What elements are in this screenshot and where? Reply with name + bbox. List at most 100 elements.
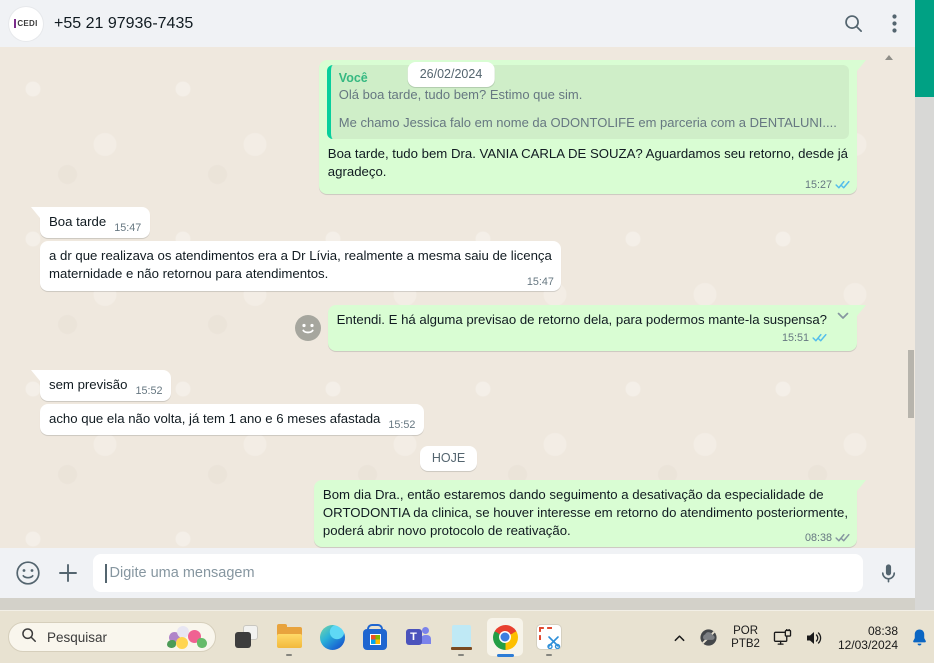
message-time: 15:47 bbox=[526, 276, 554, 288]
message-input-container bbox=[93, 554, 863, 592]
tray-chevron-up-icon[interactable] bbox=[673, 633, 686, 643]
emoji-icon[interactable] bbox=[15, 560, 41, 586]
language-indicator[interactable]: POR PTB2 bbox=[731, 625, 760, 650]
running-indicator bbox=[458, 653, 464, 656]
quote-text: Olá boa tarde, tudo bem? Estimo que sim. bbox=[338, 87, 583, 102]
message-row: Boa tarde 15:47 bbox=[31, 207, 857, 238]
whatsapp-window: CEDI +55 21 97936-7435 26/02/2024 Você O… bbox=[0, 0, 915, 598]
incoming-message[interactable]: acho que ela não volta, já tem 1 ano e 6… bbox=[40, 404, 425, 435]
incoming-message[interactable]: Boa tarde 15:47 bbox=[31, 207, 151, 238]
message-time: 15:27 bbox=[804, 179, 832, 191]
message-time: 15:52 bbox=[388, 419, 416, 431]
message-text: Boa tarde, tudo bem Dra. VANIA CARLA DE … bbox=[327, 146, 848, 161]
message-row: Entendi. E há alguma previsao de retorno… bbox=[40, 305, 866, 351]
bubble-tail-icon bbox=[857, 480, 866, 491]
chrome-button[interactable] bbox=[487, 615, 523, 659]
flower-leaf bbox=[167, 640, 176, 648]
menu-icon[interactable] bbox=[892, 14, 897, 33]
message-text: acho que ela não volta, já tem 1 ano e 6… bbox=[49, 411, 381, 426]
flower-leaf bbox=[197, 638, 207, 648]
chat-header: CEDI +55 21 97936-7435 bbox=[0, 0, 915, 47]
flower-petal bbox=[176, 637, 188, 649]
taskbar-apps: T bbox=[229, 615, 566, 659]
message-text: agradeço. bbox=[327, 164, 387, 179]
background-window-green-strip bbox=[915, 0, 934, 97]
read-receipt-icon bbox=[812, 333, 827, 343]
avatar[interactable]: CEDI bbox=[9, 6, 43, 41]
onedrive-paused-icon[interactable] bbox=[699, 628, 718, 647]
edge-button[interactable] bbox=[315, 615, 349, 659]
notepad-icon bbox=[450, 625, 472, 650]
search-placeholder: Pesquisar bbox=[47, 629, 108, 645]
attach-plus-icon[interactable] bbox=[57, 562, 79, 584]
incoming-message[interactable]: a dr que realizava os atendimentos era a… bbox=[40, 241, 561, 291]
quoted-message[interactable]: Você Olá boa tarde, tudo bem? Estimo que… bbox=[326, 65, 849, 139]
message-meta: 08:38 bbox=[805, 532, 850, 544]
notification-bell-icon[interactable] bbox=[911, 628, 928, 647]
running-indicator bbox=[286, 653, 292, 656]
react-emoji-button[interactable] bbox=[294, 315, 321, 341]
file-explorer-icon bbox=[276, 623, 302, 648]
message-meta: 15:47 bbox=[527, 276, 554, 288]
message-row: a dr que realizava os atendimentos era a… bbox=[40, 241, 857, 291]
outgoing-message[interactable]: Bom dia Dra., então estaremos dando segu… bbox=[313, 480, 866, 547]
desktop-gap-strip bbox=[0, 598, 915, 610]
notepad-button[interactable] bbox=[444, 615, 478, 659]
scroll-up-arrow[interactable] bbox=[885, 55, 893, 60]
message-time: 15:51 bbox=[781, 332, 809, 344]
message-menu-chevron-icon[interactable] bbox=[835, 309, 851, 327]
microsoft-store-button[interactable] bbox=[358, 615, 392, 659]
search-highlight-flowers-icon[interactable] bbox=[167, 624, 211, 650]
bubble-tail-icon bbox=[31, 370, 40, 381]
file-explorer-button[interactable] bbox=[272, 615, 306, 659]
task-view-icon bbox=[234, 625, 258, 649]
message-time: 15:47 bbox=[114, 222, 142, 234]
avatar-logo-text: CEDI bbox=[14, 19, 37, 28]
teams-button[interactable]: T bbox=[401, 615, 435, 659]
message-text: Boa tarde bbox=[49, 214, 107, 229]
chrome-active-tile bbox=[487, 618, 523, 656]
header-actions bbox=[843, 13, 897, 34]
message-text: a dr que realizava os atendimentos era a… bbox=[49, 248, 552, 263]
message-row: Bom dia Dra., então estaremos dando segu… bbox=[40, 480, 866, 547]
teams-t-square: T bbox=[405, 629, 422, 645]
quote-text: Me chamo Jessica falo em nome da ODONTOL… bbox=[338, 115, 837, 130]
desktop: { "window": { "header": { "contact_name"… bbox=[0, 0, 934, 663]
background-window-gray-strip bbox=[915, 97, 934, 610]
volume-icon[interactable] bbox=[805, 630, 823, 646]
windows-taskbar: Pesquisar T POR PTB2 08:38 12/03/2024 bbox=[0, 610, 934, 663]
clock-time: 08:38 bbox=[867, 623, 898, 638]
task-view-button[interactable] bbox=[229, 615, 263, 659]
snipping-tool-button[interactable] bbox=[532, 615, 566, 659]
language-code: POR bbox=[733, 625, 759, 637]
keyboard-layout: PTB2 bbox=[731, 637, 760, 650]
outgoing-message[interactable]: Entendi. E há alguma previsao de retorno… bbox=[327, 305, 866, 351]
incoming-message[interactable]: sem previsão 15:52 bbox=[31, 370, 172, 401]
message-meta: 15:27 bbox=[805, 179, 850, 191]
delivered-receipt-icon bbox=[835, 533, 850, 543]
scissors-glyph bbox=[547, 636, 561, 649]
message-row: sem previsão 15:52 bbox=[31, 370, 857, 401]
conversation-panel: 26/02/2024 Você Olá boa tarde, tudo bem?… bbox=[0, 47, 915, 548]
scrollbar-thumb[interactable] bbox=[908, 350, 914, 418]
text-caret bbox=[105, 563, 107, 583]
contact-name[interactable]: +55 21 97936-7435 bbox=[54, 15, 843, 33]
taskbar-clock[interactable]: 08:38 12/03/2024 bbox=[838, 624, 898, 652]
search-icon[interactable] bbox=[843, 13, 864, 34]
network-icon[interactable] bbox=[773, 629, 792, 646]
taskbar-search[interactable]: Pesquisar bbox=[8, 622, 216, 652]
notepad-base bbox=[450, 646, 472, 650]
mic-icon[interactable] bbox=[877, 562, 900, 585]
chrome-active-indicator bbox=[496, 654, 514, 657]
system-tray: POR PTB2 08:38 12/03/2024 bbox=[673, 611, 928, 663]
outgoing-message[interactable]: Você Olá boa tarde, tudo bem? Estimo que… bbox=[318, 60, 866, 194]
edge-icon bbox=[319, 624, 345, 650]
bubble-tail-icon bbox=[857, 305, 866, 316]
composer-bar bbox=[0, 548, 915, 598]
chrome-icon bbox=[492, 624, 518, 650]
task-view-front-square bbox=[235, 632, 251, 648]
sticky-date-chip: 26/02/2024 bbox=[407, 62, 495, 87]
read-receipt-icon bbox=[835, 180, 850, 190]
bubble-tail-icon bbox=[31, 207, 40, 218]
message-input[interactable] bbox=[109, 565, 863, 581]
